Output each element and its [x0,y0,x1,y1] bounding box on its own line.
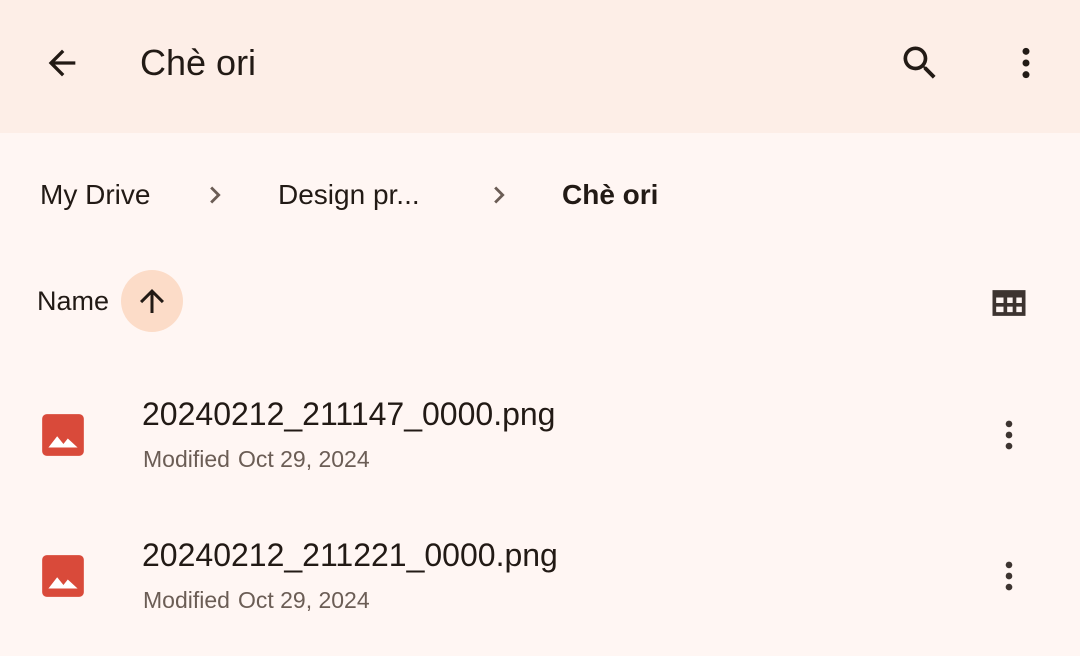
file-more-options-button[interactable] [974,541,1044,611]
breadcrumb-item-design[interactable]: Design pr... [278,178,420,212]
chevron-right-icon [210,186,221,204]
more-options-button[interactable] [990,27,1062,99]
more-vert-icon [1005,420,1013,450]
sort-direction-button[interactable] [121,270,183,332]
modified-label: Modified [143,446,230,472]
modified-label: Modified [143,587,230,613]
more-vert-icon [1005,561,1013,591]
search-button[interactable] [884,27,956,99]
grid-view-icon [992,290,1026,316]
file-more-options-button[interactable] [974,400,1044,470]
sort-by-name-button[interactable]: Name [37,284,109,318]
chevron-right-icon [494,186,505,204]
image-file-icon [42,555,84,597]
search-icon [903,46,936,79]
file-modified: Modified Oct 29, 2024 [143,585,370,615]
breadcrumb-item-current: Chè ori [562,179,659,210]
file-modified: Modified Oct 29, 2024 [143,444,370,474]
file-name: 20240212_211221_0000.png [142,537,558,573]
file-list-item[interactable]: 20240212_211221_0000.png Modified Oct 29,… [0,505,1080,646]
sort-bar: Name [0,268,1080,334]
grid-view-toggle-button[interactable] [978,272,1040,334]
arrow-upward-icon [140,289,164,313]
top-app-bar: Chè ori [0,0,1080,133]
image-file-icon [42,414,84,456]
arrow-back-icon [48,49,76,77]
back-button[interactable] [26,27,98,99]
file-name: 20240212_211147_0000.png [142,396,556,432]
breadcrumb-item-my-drive[interactable]: My Drive [40,178,150,212]
more-vert-icon [1022,47,1030,79]
file-list-item[interactable]: 20240212_211147_0000.png Modified Oct 29,… [0,364,1080,505]
modified-date: Oct 29, 2024 [237,587,370,613]
modified-date: Oct 29, 2024 [237,446,370,472]
page-title: Chè ori [140,42,257,83]
breadcrumb: My Drive Design pr... Chè ori [0,160,1080,230]
